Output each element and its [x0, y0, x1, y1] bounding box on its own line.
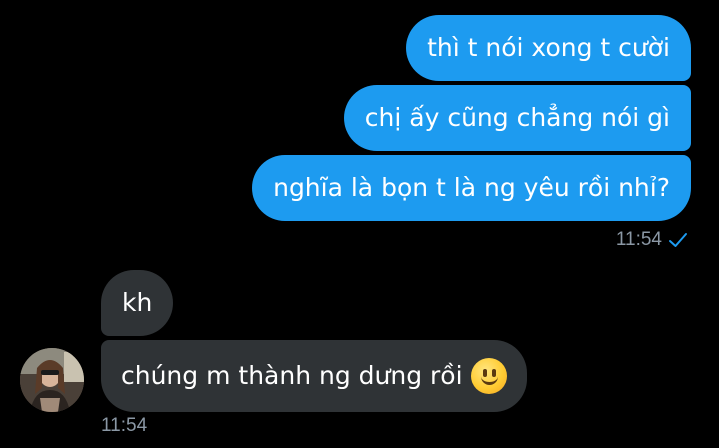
sent-message-bubble[interactable]: thì t nói xong t cười [406, 15, 691, 81]
sent-message-bubble[interactable]: nghĩa là bọn t là ng yêu rồi nhỉ? [252, 155, 691, 221]
message-text: chị ấy cũng chẳng nói gì [364, 103, 670, 132]
message-text: chúng m thành ng dưng rồi [121, 361, 463, 390]
check-icon [667, 231, 689, 249]
message-text: nghĩa là bọn t là ng yêu rồi nhỉ? [273, 173, 670, 202]
message-text: kh [122, 288, 153, 317]
slightly-smiling-face-icon [470, 358, 507, 394]
timestamp-text: 11:54 [615, 229, 662, 250]
chat-thread: thì t nói xong t cười chị ấy cũng chẳng … [0, 0, 719, 448]
sent-timestamp: 11:54 [616, 229, 689, 251]
message-text: thì t nói xong t cười [427, 33, 670, 62]
sent-message-bubble[interactable]: chị ấy cũng chẳng nói gì [343, 85, 691, 151]
avatar[interactable] [20, 348, 84, 412]
received-timestamp: 11:54 [101, 415, 148, 436]
received-message-bubble[interactable]: kh [101, 270, 174, 336]
received-message-bubble[interactable]: chúng m thành ng dưng rồi [101, 340, 527, 412]
